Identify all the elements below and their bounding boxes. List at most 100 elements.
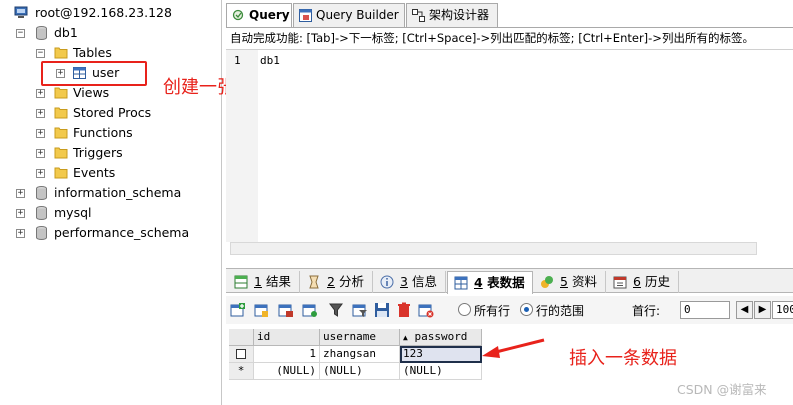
tab-info-label: 信息 — [411, 274, 437, 289]
tab-profile-num: 2 — [327, 274, 335, 289]
tab-query-builder-label: Query Builder — [316, 8, 399, 22]
folder-icon — [54, 107, 68, 119]
expand-icon[interactable]: + — [36, 129, 45, 138]
table-cell-password[interactable]: 123 — [400, 346, 482, 363]
highlight-box-user-table — [41, 61, 147, 86]
start-row-input[interactable]: 0 — [680, 301, 730, 319]
row-range-label: 行的范围 — [536, 304, 585, 318]
new-cell-password[interactable]: (NULL) — [400, 363, 482, 380]
tab-info-num: 3 — [400, 274, 408, 289]
tab-assets-label: 资料 — [571, 274, 597, 289]
save-row-icon[interactable] — [278, 302, 294, 318]
annotation-insert-row: 插入一条数据 — [569, 348, 677, 369]
tree-mysql-node[interactable]: + mysql — [0, 203, 220, 223]
tab-info[interactable]: 3 信息 — [374, 271, 446, 293]
tab-history-label: 历史 — [644, 274, 670, 289]
assets-icon — [541, 276, 553, 288]
column-header-username[interactable]: username — [320, 329, 400, 346]
folder-icon — [54, 127, 68, 139]
query-builder-icon — [299, 9, 312, 22]
next-page-button[interactable]: ▶ — [754, 301, 771, 319]
cancel-icon[interactable] — [418, 302, 434, 318]
mysql-label: mysql — [54, 205, 92, 220]
save-icon[interactable] — [374, 302, 390, 318]
autocomplete-hint: 自动完成功能: [Tab]->下一标签; [Ctrl+Space]->列出匹配的… — [230, 31, 754, 45]
expand-icon[interactable]: + — [36, 89, 45, 98]
tree-information-schema-node[interactable]: + information_schema — [0, 183, 220, 203]
collapse-icon[interactable]: − — [16, 29, 25, 38]
grid-corner — [229, 329, 254, 346]
folder-icon — [54, 147, 68, 159]
query-icon — [232, 9, 244, 21]
database-icon — [36, 186, 47, 200]
sql-editor[interactable]: 1 db1 — [226, 49, 793, 259]
duplicate-row-icon[interactable] — [254, 302, 270, 318]
tab-query-builder[interactable]: Query Builder — [293, 3, 405, 27]
filter-icon[interactable] — [329, 302, 345, 318]
folder-icon — [54, 167, 68, 179]
expand-icon[interactable]: + — [36, 109, 45, 118]
calendar-icon — [613, 276, 627, 289]
expand-icon[interactable]: + — [36, 149, 45, 158]
row-checkbox[interactable] — [236, 349, 246, 359]
schema-designer-icon — [412, 9, 425, 22]
tab-schema-designer-label: 架构设计器 — [429, 8, 490, 22]
horizontal-scrollbar[interactable] — [230, 242, 757, 255]
tree-db1-node[interactable]: − db1 — [0, 23, 220, 43]
result-tabs: 1 结果 2 分析 3 信息 4 表数据 5 资料 6 历史 — [226, 268, 793, 294]
tab-assets[interactable]: 5 资料 — [534, 271, 606, 293]
tab-table-data[interactable]: 4 表数据 — [447, 271, 533, 294]
watermark: CSDN @谢富来 — [677, 382, 767, 397]
tree-procs-node[interactable]: + Stored Procs — [0, 103, 220, 123]
editor-gutter — [226, 50, 258, 242]
line-number: 1 — [234, 54, 241, 67]
code-text[interactable]: db1 — [260, 54, 280, 67]
functions-label: Functions — [73, 125, 133, 140]
row-checkbox-cell[interactable] — [229, 346, 254, 363]
tree-server-node[interactable]: root@192.168.23.128 — [0, 3, 220, 23]
info-icon — [380, 275, 394, 289]
prev-page-button[interactable]: ◀ — [736, 301, 753, 319]
add-row-icon[interactable] — [230, 302, 246, 318]
tab-profile[interactable]: 2 分析 — [301, 271, 373, 293]
delete-icon[interactable] — [396, 302, 412, 318]
views-label: Views — [73, 85, 110, 100]
row-range-radio[interactable] — [520, 303, 533, 316]
tab-query[interactable]: Query — [226, 3, 292, 28]
all-rows-radio[interactable] — [458, 303, 471, 316]
expand-icon[interactable]: + — [16, 189, 25, 198]
expand-icon[interactable]: + — [36, 169, 45, 178]
table-cell-username[interactable]: zhangsan — [320, 346, 400, 363]
refresh-row-icon[interactable] — [302, 302, 318, 318]
database-icon — [36, 206, 47, 220]
tab-table-data-num: 4 — [474, 275, 483, 290]
data-toolbar: 所有行 行的范围 首行: 0 ◀ ▶ 100 — [226, 296, 793, 324]
server-icon — [14, 6, 28, 18]
new-cell-id[interactable]: (NULL) — [254, 363, 320, 380]
tree-triggers-node[interactable]: + Triggers — [0, 143, 220, 163]
column-header-id[interactable]: id — [254, 329, 320, 346]
tab-schema-designer[interactable]: 架构设计器 — [406, 3, 498, 27]
tab-history[interactable]: 6 历史 — [607, 271, 679, 293]
expand-icon[interactable]: + — [16, 229, 25, 238]
tables-label: Tables — [73, 45, 112, 60]
tab-assets-num: 5 — [560, 274, 568, 289]
filter-table-icon[interactable] — [352, 302, 368, 318]
new-cell-username[interactable]: (NULL) — [320, 363, 400, 380]
tab-results[interactable]: 1 结果 — [228, 271, 300, 293]
tree-functions-node[interactable]: + Functions — [0, 123, 220, 143]
tree-tables-node[interactable]: − Tables — [0, 43, 220, 63]
column-username-label: username — [323, 330, 376, 343]
expand-icon[interactable]: + — [16, 209, 25, 218]
tab-results-label: 结果 — [265, 274, 291, 289]
tree-events-node[interactable]: + Events — [0, 163, 220, 183]
limit-input[interactable]: 100 — [772, 301, 793, 319]
events-label: Events — [73, 165, 116, 180]
column-password-label: password — [414, 330, 468, 343]
tree-performance-schema-node[interactable]: + performance_schema — [0, 223, 220, 243]
collapse-icon[interactable]: − — [36, 49, 45, 58]
table-cell-id[interactable]: 1 — [254, 346, 320, 363]
folder-icon — [54, 47, 68, 59]
start-row-label: 首行: — [632, 304, 661, 318]
column-header-password[interactable]: ▲ password — [400, 329, 482, 346]
